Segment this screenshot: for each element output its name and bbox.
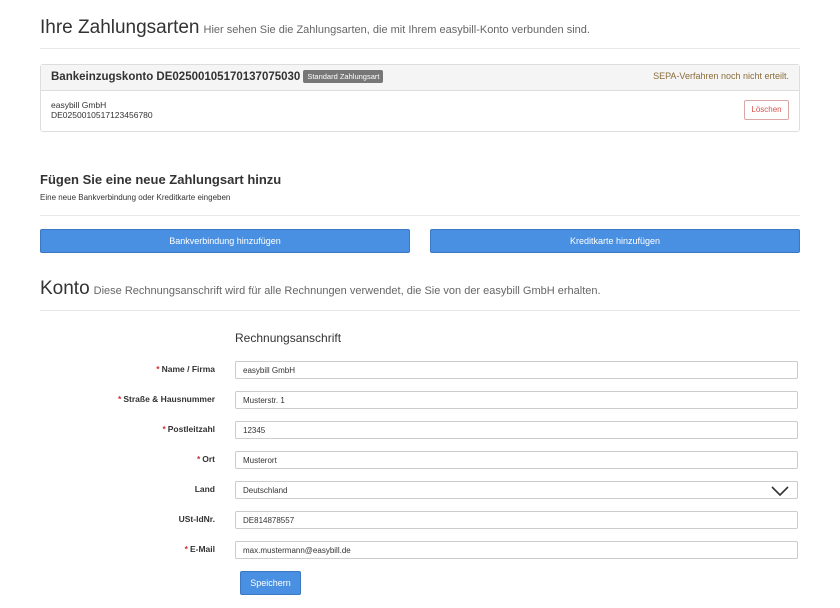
add-bank-account-button[interactable]: Bankverbindung hinzufügen — [40, 229, 410, 253]
payment-methods-title: Ihre Zahlungsarten — [40, 17, 200, 38]
add-credit-card-button[interactable]: Kreditkarte hinzufügen — [430, 229, 800, 253]
city-label-text: Ort — [202, 454, 215, 464]
name-label: * Name / Firma — [40, 364, 215, 374]
bank-account-panel: Bankeinzugskonto DE02500105170137075030 S… — [40, 64, 800, 132]
street-field[interactable]: Musterstr. 1 — [235, 391, 798, 409]
vat-field[interactable]: DE814878557 — [235, 511, 798, 529]
bank-account-name: Bankeinzugskonto DE02500105170137075030 — [51, 71, 301, 83]
zip-field[interactable]: 12345 — [235, 421, 798, 439]
account-holder: easybill GmbH — [51, 100, 107, 110]
bank-account-panel-header: Bankeinzugskonto DE02500105170137075030 S… — [41, 65, 799, 91]
zip-label: * Postleitzahl — [40, 424, 215, 434]
vat-label: USt-IdNr. — [178, 514, 215, 524]
country-select-value: Deutschland — [243, 486, 288, 495]
account-iban: DE0250010517123456780 — [51, 110, 153, 120]
country-label: Land — [194, 484, 215, 494]
required-marker: * — [162, 424, 166, 434]
delete-button[interactable]: Löschen — [744, 100, 789, 120]
country-select[interactable]: Deutschland — [235, 481, 798, 499]
konto-heading: Konto Diese Rechnungsanschrift wird für a… — [40, 278, 601, 300]
billing-address-title: Rechnungsanschrift — [235, 331, 342, 345]
email-label: * E-Mail — [40, 544, 215, 554]
divider — [40, 310, 800, 311]
name-label-text: Name / Firma — [161, 364, 215, 374]
name-field[interactable]: easybill GmbH — [235, 361, 798, 379]
payment-methods-heading: Ihre Zahlungsarten Hier sehen Sie die Zah… — [40, 17, 590, 39]
divider — [40, 48, 800, 49]
city-label: * Ort — [40, 454, 215, 464]
default-payment-badge: Standard Zahlungsart — [303, 70, 384, 83]
konto-subtitle: Diese Rechnungsanschrift wird für alle R… — [93, 285, 601, 297]
chevron-down-icon — [771, 485, 789, 503]
zip-label-text: Postleitzahl — [167, 424, 215, 434]
save-button[interactable]: Speichern — [240, 571, 301, 595]
street-label-text: Straße & Hausnummer — [123, 394, 215, 404]
street-label: * Straße & Hausnummer — [40, 394, 215, 404]
bank-account-details: easybill GmbH DE0250010517123456780 — [51, 100, 153, 120]
city-field[interactable]: Musterort — [235, 451, 798, 469]
required-marker: * — [156, 364, 160, 374]
email-label-text: E-Mail — [189, 544, 215, 554]
required-marker: * — [118, 394, 122, 404]
divider — [40, 215, 800, 216]
add-payment-title: Fügen Sie eine neue Zahlungsart hinzu — [40, 172, 282, 187]
konto-title: Konto — [40, 278, 90, 299]
required-marker: * — [196, 454, 201, 464]
add-payment-subtitle: Eine neue Bankverbindung oder Kreditkart… — [40, 193, 231, 202]
payment-methods-subtitle: Hier sehen Sie die Zahlungsarten, die mi… — [203, 24, 590, 36]
bank-account-title: Bankeinzugskonto DE02500105170137075030 S… — [51, 70, 384, 83]
sepa-status: SEPA-Verfahren noch nicht erteilt. — [653, 71, 789, 81]
email-field[interactable]: max.mustermann@easybill.de — [235, 541, 798, 559]
required-marker: * — [184, 544, 188, 554]
